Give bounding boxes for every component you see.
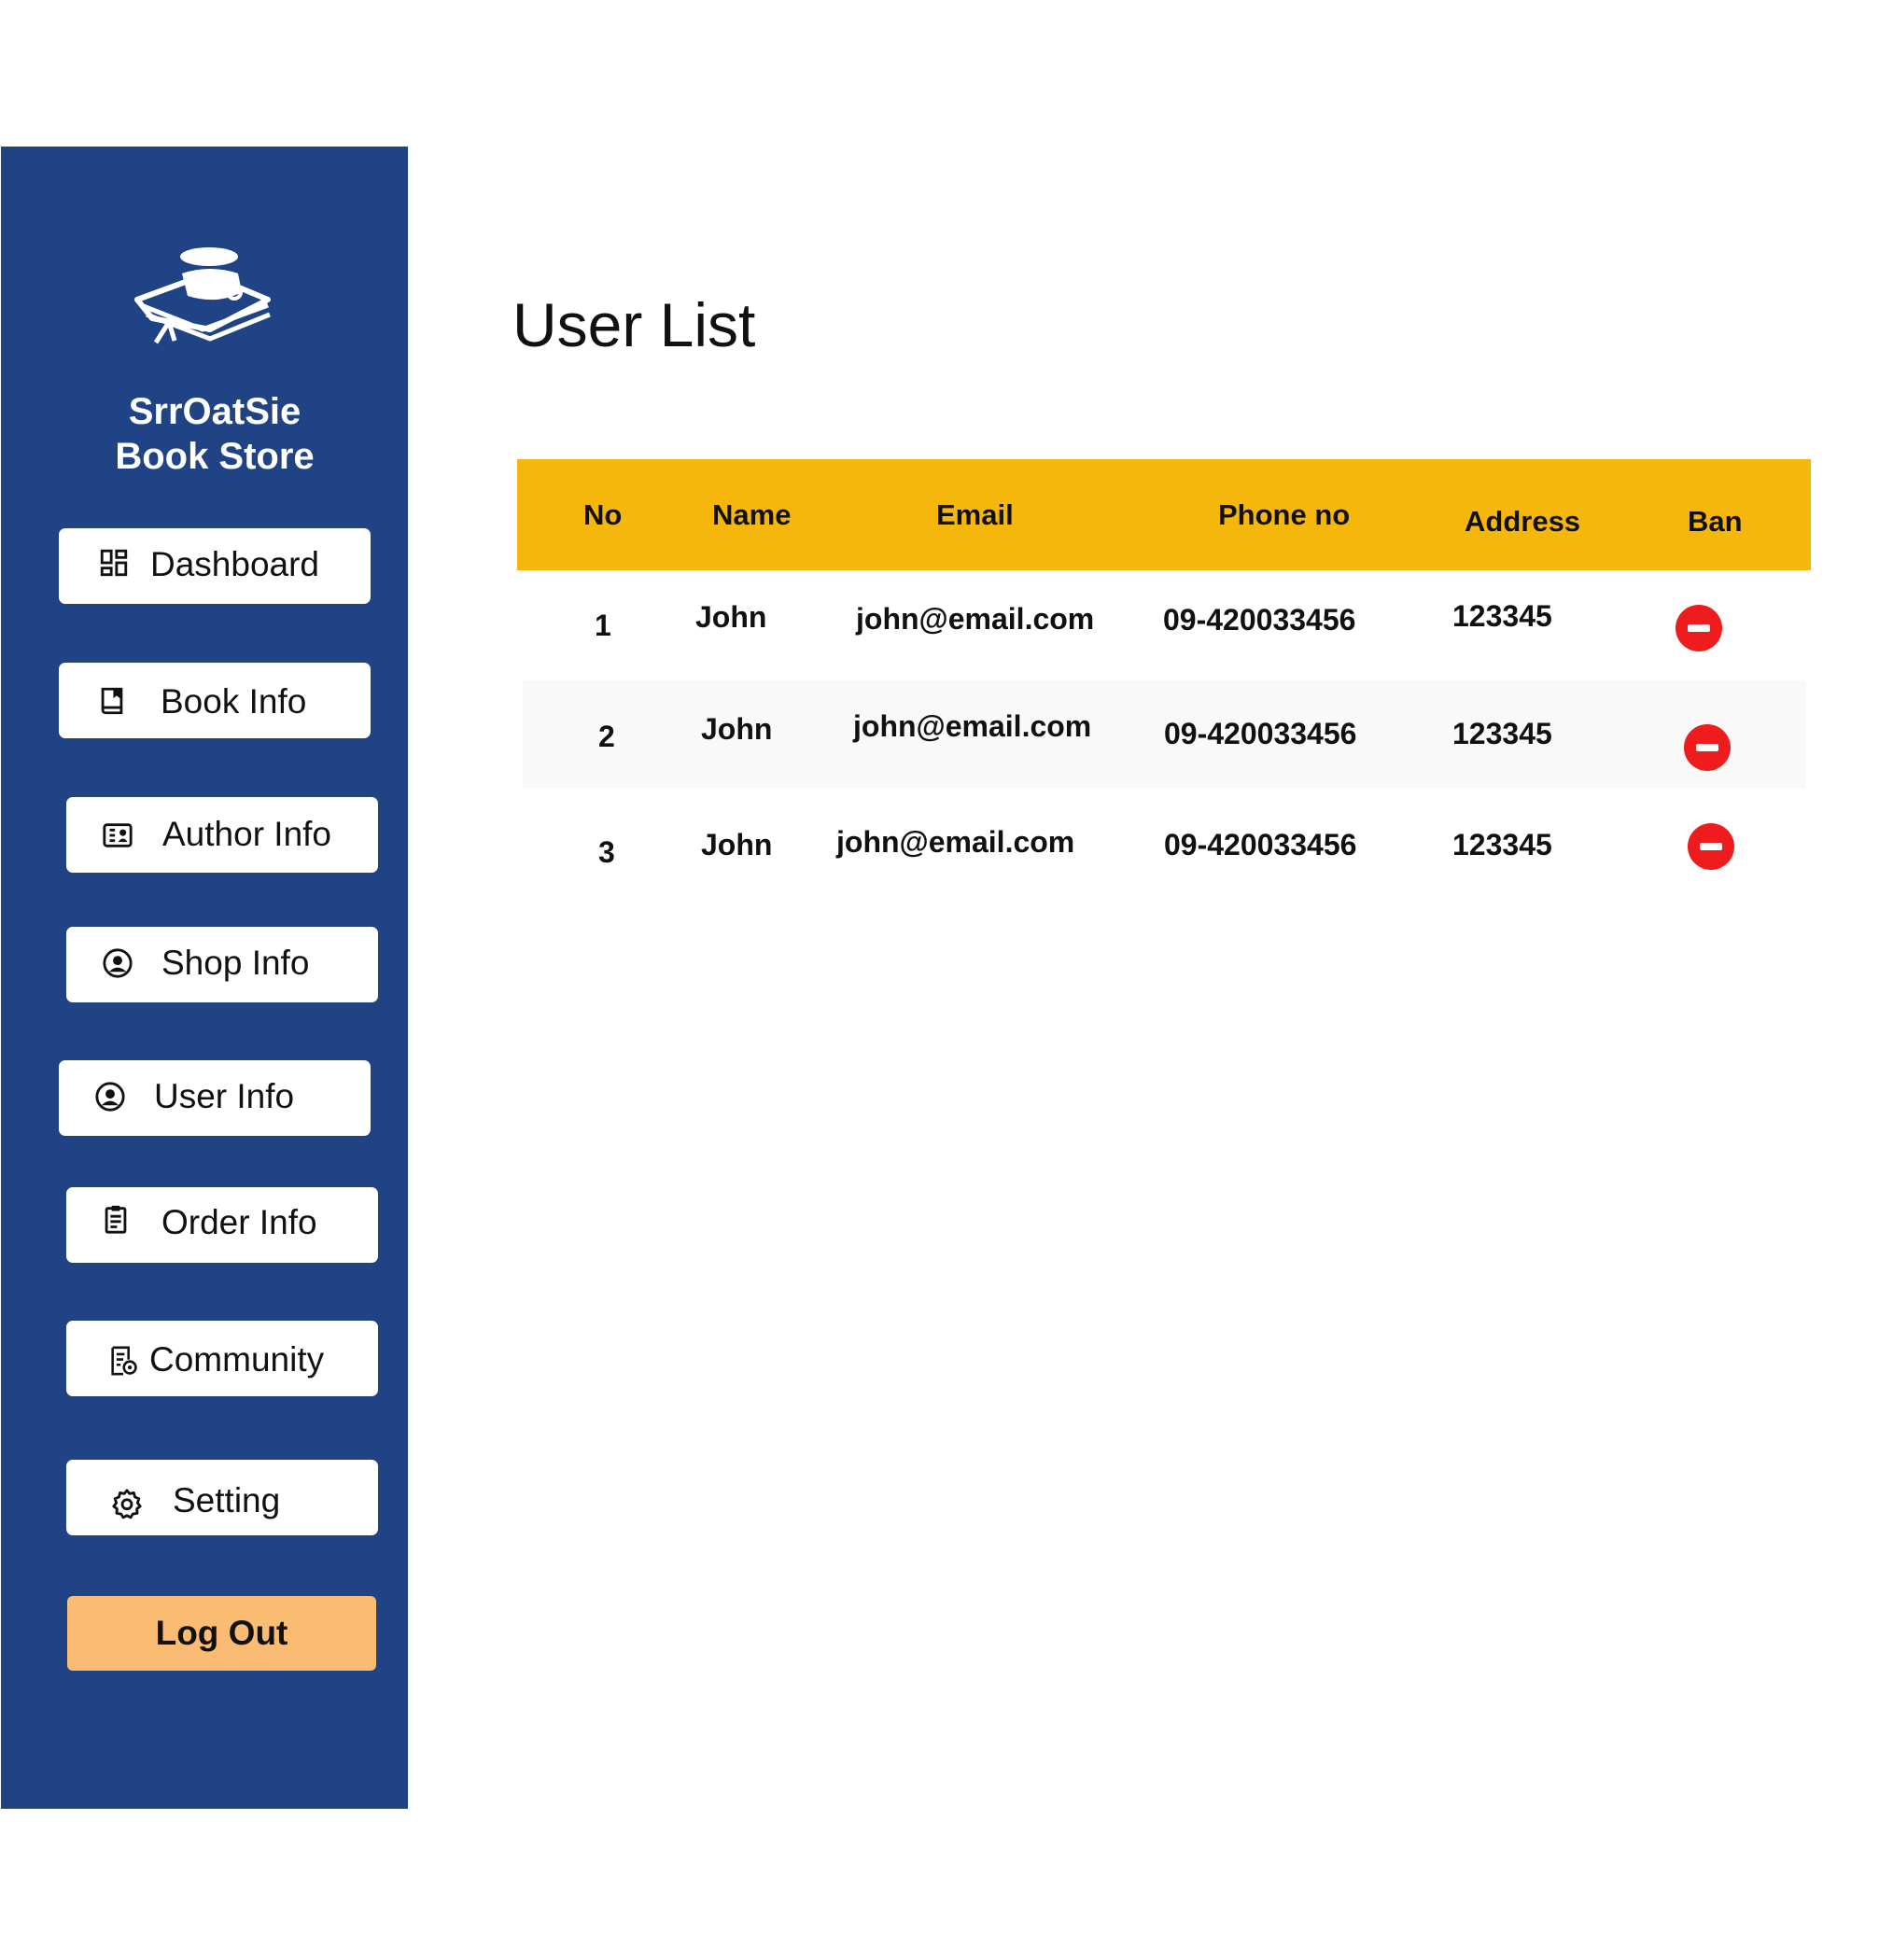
brand-line-2: Book Store <box>115 436 315 477</box>
cell-email: john@email.com <box>856 602 1095 636</box>
sidebar-item-shop-info[interactable]: Shop Info <box>66 927 378 1002</box>
column-header-name: Name <box>712 498 792 531</box>
sidebar-item-author-info[interactable]: Author Info <box>66 797 378 873</box>
cell-name: John <box>701 828 773 861</box>
book-icon <box>101 687 123 715</box>
community-doc-icon <box>111 1346 137 1376</box>
sidebar-item-label: Setting <box>173 1481 281 1519</box>
cell-email: john@email.com <box>853 709 1092 743</box>
brand-line-1: SrrOatSie <box>128 391 301 432</box>
book-store-logo-icon <box>134 247 271 344</box>
cell-no: 2 <box>598 720 615 753</box>
sidebar-item-community[interactable]: Community <box>66 1321 378 1396</box>
sidebar-item-label: Community <box>149 1340 325 1379</box>
column-header-email: Email <box>936 498 1014 531</box>
sidebar-item-book-info[interactable]: Book Info <box>59 663 371 738</box>
table-header: No Name Email Phone no Address Ban <box>517 459 1811 570</box>
cell-no: 3 <box>598 835 615 869</box>
sidebar-item-label: Book Info <box>161 682 307 721</box>
sidebar-item-setting[interactable]: Setting <box>66 1460 378 1535</box>
cell-phone: 09-420033456 <box>1163 603 1356 637</box>
sidebar-item-label: Dashboard <box>150 545 320 583</box>
ban-user-button[interactable] <box>1676 605 1722 651</box>
sidebar-item-user-info[interactable]: User Info <box>59 1060 371 1136</box>
gear-icon <box>112 1489 142 1519</box>
sidebar: SrrOatSie Book Store Dashboard Book Info… <box>1 147 408 1809</box>
cell-address: 123345 <box>1452 828 1552 861</box>
sidebar-item-label: Order Info <box>161 1203 317 1241</box>
cell-name: John <box>701 712 773 746</box>
ban-user-button[interactable] <box>1684 724 1731 771</box>
column-header-ban: Ban <box>1688 505 1743 538</box>
author-card-icon <box>103 823 133 847</box>
dashboard-icon <box>100 549 128 577</box>
ban-user-button[interactable] <box>1688 823 1734 870</box>
sidebar-item-dashboard[interactable]: Dashboard <box>59 528 371 604</box>
column-header-address: Address <box>1465 505 1581 538</box>
column-header-no: No <box>583 498 623 531</box>
user-circle-icon <box>103 948 133 978</box>
column-header-phone: Phone no <box>1218 498 1351 531</box>
sidebar-item-label: Author Info <box>162 815 332 853</box>
cell-phone: 09-420033456 <box>1164 828 1357 861</box>
sidebar-item-order-info[interactable]: Order Info <box>66 1187 378 1263</box>
sidebar-item-label: User Info <box>154 1077 295 1115</box>
page-title: User List <box>512 290 756 359</box>
sidebar-item-label: Shop Info <box>161 944 310 982</box>
user-circle-icon <box>95 1082 125 1112</box>
brand-name: SrrOatSie Book Store <box>1 389 428 479</box>
cell-address: 123345 <box>1452 717 1552 750</box>
cell-phone: 09-420033456 <box>1164 717 1357 750</box>
cell-name: John <box>695 600 767 634</box>
cell-address: 123345 <box>1452 599 1552 633</box>
clipboard-icon <box>105 1205 127 1234</box>
logout-button[interactable]: Log Out <box>67 1596 376 1671</box>
cell-email: john@email.com <box>836 825 1075 859</box>
cell-no: 1 <box>595 609 611 642</box>
